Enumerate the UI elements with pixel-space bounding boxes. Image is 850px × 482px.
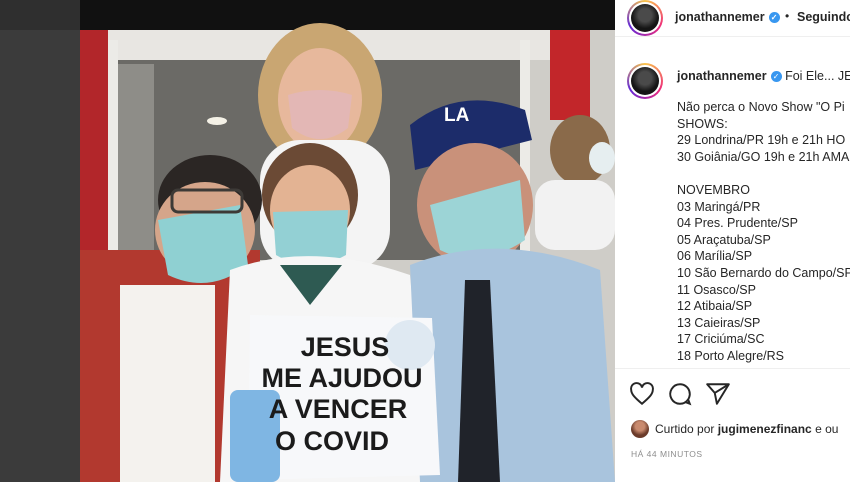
caption-avatar[interactable]	[627, 63, 663, 99]
post-header: jonathannemer ✓ • Seguindo	[615, 0, 850, 37]
header-avatar[interactable]	[627, 0, 663, 36]
background-left	[0, 0, 80, 482]
action-bar	[615, 368, 850, 419]
post-timestamp[interactable]: HÁ 44 MINUTOS	[631, 449, 703, 459]
verified-badge-icon: ✓	[770, 71, 782, 82]
caption-line: 10 São Bernardo do Campo/SP	[677, 265, 850, 280]
caption-line: 13 Caieiras/SP	[677, 315, 761, 330]
verified-badge-icon: ✓	[768, 12, 780, 23]
caption-line: 05 Araçatuba/SP	[677, 232, 771, 247]
caption-body: Não perca o Novo Show "O Pi SHOWS: 29 Lo…	[677, 99, 850, 365]
caption-line	[677, 165, 850, 182]
caption-line: 06 Marília/SP	[677, 249, 753, 264]
caption-line: 29 Londrina/PR 19h e 21h HO	[677, 133, 846, 148]
caption-line: 12 Atibaia/SP	[677, 299, 753, 314]
caption-intro: Foi Ele... JESUS	[785, 69, 850, 83]
header-separator: •	[785, 9, 790, 23]
caption-line: 03 Maringá/PR	[677, 199, 761, 214]
liked-by-suffix: e ou	[815, 422, 839, 436]
post-photo-illustration: LA JESUS ME AJUDOU A VENCER O COVID	[80, 0, 615, 482]
caption-line: SHOWS:	[677, 116, 728, 131]
cap-logo: LA	[444, 105, 470, 126]
liked-by: Curtido por jugimenezfinanc e ou	[631, 420, 838, 438]
liked-by-prefix: Curtido por	[655, 422, 715, 436]
caption-username[interactable]: jonathannemer	[677, 69, 767, 83]
caption-line: 30 Goiânia/GO 19h e 21h AMA	[677, 149, 850, 164]
post-side-panel: jonathannemer ✓ • Seguindo jonathannemer ✓…	[615, 0, 850, 482]
caption-header: jonathannemer✓ Foi Ele... JESUS	[677, 69, 850, 83]
sign-line-3: A VENCER	[269, 394, 408, 424]
caption-line: 18 Porto Alegre/RS	[677, 348, 785, 363]
header-username[interactable]: jonathannemer ✓	[675, 10, 780, 24]
sign-line-4: O COVID	[275, 426, 389, 456]
sign-line-1: JESUS	[301, 332, 390, 362]
photo-dark-top	[80, 0, 615, 30]
liker-avatar[interactable]	[631, 420, 649, 438]
comment-icon[interactable]	[667, 381, 693, 407]
background-left-top	[0, 0, 80, 30]
caption-line: 17 Criciúma/SC	[677, 332, 765, 347]
caption-line: 11 Osasco/SP	[677, 282, 756, 297]
caption-line: Não perca o Novo Show "O Pi	[677, 100, 845, 114]
post-photo[interactable]: LA JESUS ME AJUDOU A VENCER O COVID	[80, 0, 615, 482]
caption-line: NOVEMBRO	[677, 182, 750, 197]
share-icon[interactable]	[705, 381, 731, 407]
heart-icon[interactable]	[629, 381, 655, 407]
follow-button[interactable]: Seguindo	[797, 10, 850, 24]
caption-line: 04 Pres. Prudente/SP	[677, 216, 798, 231]
sign-line-2: ME AJUDOU	[261, 363, 422, 393]
liked-by-user[interactable]: jugimenezfinanc	[718, 422, 812, 436]
